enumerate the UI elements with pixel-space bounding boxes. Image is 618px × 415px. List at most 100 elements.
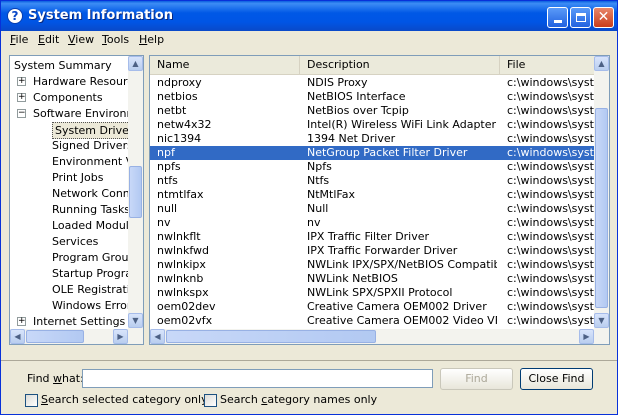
search-selected-category-checkbox[interactable] <box>25 394 38 407</box>
menu-help[interactable]: Help <box>139 33 164 46</box>
search-category-names-checkbox[interactable] <box>204 394 217 407</box>
menu-edit[interactable]: Edit <box>38 33 59 46</box>
table-row[interactable]: npfs Npfs c:\windows\system32\drivers\npfs… <box>150 160 594 174</box>
table-row[interactable]: nwlnkspx NWLink SPX/SPXII Protocol c:\wind… <box>150 286 594 300</box>
list-horizontal-scrollbar[interactable]: ◀ ▶ <box>150 329 594 344</box>
tree-item[interactable]: Services <box>10 234 128 250</box>
cell-description: NWLink NetBIOS <box>307 272 398 285</box>
table-row[interactable]: netbt NetBios over Tcpip c:\windows\system… <box>150 104 594 118</box>
table-row[interactable]: ntfs Ntfs c:\windows\system32\drivers\ntfs… <box>150 174 594 188</box>
scroll-left-arrow-icon[interactable]: ◀ <box>150 329 165 344</box>
cell-file: c:\windows\system32\drivers\npfs.sys <box>507 160 594 173</box>
cell-name: npf <box>157 146 175 159</box>
table-row[interactable]: nic1394 1394 Net Driver c:\windows\system3… <box>150 132 594 146</box>
tree-item[interactable]: Startup Programs <box>10 266 143 282</box>
tree-item[interactable]: Network Connections <box>10 186 143 202</box>
table-row[interactable]: nwlnkipx NWLink IPX/SPX/NetBIOS Compatibl… <box>150 258 594 272</box>
cell-description: Null <box>307 202 329 215</box>
column-header-file[interactable]: File <box>500 56 600 75</box>
cell-name: ntfs <box>157 174 178 187</box>
tree-scroll-thumb[interactable] <box>129 166 142 218</box>
tree-item[interactable]: Running Tasks <box>10 202 131 218</box>
expand-icon[interactable]: + <box>17 93 26 102</box>
tree-item-label: Print Jobs <box>52 171 104 184</box>
list-vertical-scrollbar[interactable]: ▲ ▼ <box>594 56 609 344</box>
table-row[interactable]: nwlnkflt IPX Traffic Filter Driver c:\wind… <box>150 230 594 244</box>
list-hscroll-thumb[interactable] <box>166 330 376 343</box>
cell-file: c:\windows\system32\drivers\nwlnkspx.sys <box>507 286 594 299</box>
column-header-name[interactable]: Name <box>150 56 300 75</box>
cell-file: c:\windows\system32\drivers\netbios.sys <box>507 90 594 103</box>
tree-item[interactable]: + Components <box>10 90 128 106</box>
tree-item[interactable]: Print Jobs <box>10 170 128 186</box>
cell-file: c:\windows\system32\drivers\nv4_mini.sys <box>507 216 594 229</box>
table-row[interactable]: ndproxy NDIS Proxy c:\windows\system32\dri… <box>150 76 594 90</box>
tree-item[interactable]: + Hardware Resources <box>10 74 143 90</box>
menu-file[interactable]: File <box>10 33 28 46</box>
maximize-button[interactable] <box>570 7 591 28</box>
menu-tools[interactable]: Tools <box>102 33 129 46</box>
table-row[interactable]: netw4x32 Intel(R) Wireless WiFi Link Adap… <box>150 118 594 132</box>
table-row[interactable]: npf NetGroup Packet Filter Driver c:\windo… <box>150 146 594 160</box>
cell-file: c:\windows\system32\drivers\nic1394.sys <box>507 132 594 145</box>
find-button[interactable]: Find <box>440 368 513 390</box>
column-header-description[interactable]: Description <box>300 56 500 75</box>
table-row[interactable]: nv nv c:\windows\system32\drivers\nv4_mini… <box>150 216 594 230</box>
cell-description: Intel(R) Wireless WiFi Link Adapter Driv… <box>307 118 497 131</box>
list-scroll-thumb[interactable] <box>595 108 608 308</box>
expand-icon[interactable]: + <box>17 77 26 86</box>
table-row[interactable]: oem02vfx Creative Camera OEM002 Video VFX… <box>150 314 594 328</box>
tree-item-label: Components <box>33 91 103 104</box>
cell-description: NetBios over Tcpip <box>307 104 409 117</box>
tree-item[interactable]: Loaded Modules <box>10 218 141 234</box>
minimize-button[interactable] <box>547 7 568 28</box>
tree-item[interactable]: Environment Variables <box>10 154 143 170</box>
table-row[interactable]: netbios NetBIOS Interface c:\windows\syste… <box>150 90 594 104</box>
tree-item[interactable]: Signed Drivers <box>10 138 133 154</box>
table-row[interactable]: nwlnkfwd IPX Traffic Forwarder Driver c:\w… <box>150 244 594 258</box>
tree-item[interactable]: − Software Environment <box>10 106 143 122</box>
tree-item[interactable]: OLE Registration <box>10 282 143 298</box>
cell-name: nwlnkspx <box>157 286 209 299</box>
tree-horizontal-scrollbar[interactable]: ◀ ▶ <box>10 329 128 344</box>
find-bar: Find what: Find Close Find Search select… <box>1 360 617 414</box>
menu-view[interactable]: View <box>68 33 94 46</box>
tree-hscroll-thumb[interactable] <box>26 330 84 343</box>
cell-file: c:\windows\system32\drivers\nwlnkflt.sys <box>507 230 594 243</box>
collapse-icon[interactable]: − <box>17 109 26 118</box>
table-row[interactable]: ntmtlfax NtMtlFax c:\windows\system32\driv… <box>150 188 594 202</box>
maximize-icon <box>575 13 586 22</box>
details-list[interactable]: Name Description File ndproxy NDIS Proxy c… <box>149 55 610 345</box>
title-bar[interactable]: ? System Information ✕ <box>1 1 617 31</box>
tree-item[interactable]: Windows Error Reporting <box>10 298 143 314</box>
close-icon: ✕ <box>597 9 610 25</box>
table-row[interactable]: null Null c:\windows\system32\drivers\null… <box>150 202 594 216</box>
expand-icon[interactable]: + <box>17 317 26 326</box>
scroll-left-arrow-icon[interactable]: ◀ <box>10 329 25 344</box>
scroll-up-arrow-icon[interactable]: ▲ <box>128 56 143 71</box>
find-what-input[interactable] <box>82 369 433 388</box>
tree-item[interactable]: System Drivers <box>10 122 143 139</box>
table-row[interactable]: oem02dev Creative Camera OEM002 Driver c:\… <box>150 300 594 314</box>
scroll-down-arrow-icon[interactable]: ▼ <box>594 313 609 328</box>
category-tree[interactable]: System Summary + Hardware Resources + Compon… <box>9 55 144 345</box>
tree-item[interactable]: System Summary <box>10 58 128 74</box>
cell-name: netw4x32 <box>157 118 212 131</box>
cell-name: ndproxy <box>157 76 202 89</box>
close-button[interactable]: ✕ <box>593 7 614 28</box>
scroll-right-arrow-icon[interactable]: ▶ <box>579 329 594 344</box>
tree-item[interactable]: Program Groups <box>10 250 141 266</box>
table-row[interactable]: nwlnknb NWLink NetBIOS c:\windows\system32… <box>150 272 594 286</box>
scroll-down-arrow-icon[interactable]: ▼ <box>128 313 143 328</box>
tree-item[interactable]: + Internet Settings <box>10 314 128 330</box>
close-find-button[interactable]: Close Find <box>520 368 593 390</box>
cell-name: nwlnkfwd <box>157 244 210 257</box>
tree-vertical-scrollbar[interactable]: ▲ ▼ <box>128 56 143 344</box>
scroll-right-arrow-icon[interactable]: ▶ <box>113 329 128 344</box>
scroll-up-arrow-icon[interactable]: ▲ <box>594 56 609 71</box>
search-selected-category-label: Search selected category only <box>41 393 208 406</box>
minimize-icon <box>553 20 562 23</box>
tree-item-label: Running Tasks <box>52 203 131 216</box>
cell-name: null <box>157 202 178 215</box>
cell-file: c:\windows\system32\drivers\ntmtlfax.sys <box>507 188 594 201</box>
